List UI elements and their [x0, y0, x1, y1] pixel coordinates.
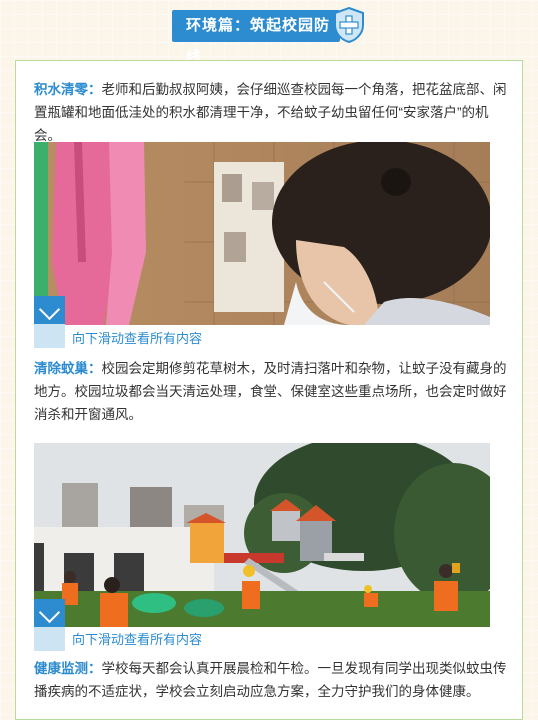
- scroll-hint-text[interactable]: 向下滑动查看所有内容: [72, 632, 202, 648]
- photo-staff-inspection: [34, 142, 490, 325]
- content-card: 积水清零：老师和后勤叔叔阿姨，会仔细巡查校园每一个角落，把花盆底部、闲置瓶罐和地…: [15, 60, 523, 720]
- paragraph-health-monitoring: 健康监测：学校每天都会认真开展晨检和午检。一旦发现有同学出现类似蚊虫传播疾病的不…: [34, 657, 508, 703]
- paragraph-text: 老师和后勤叔叔阿姨，会仔细巡查校园每一个角落，把花盆底部、闲置瓶罐和地面低洼处的…: [34, 82, 507, 143]
- scroll-down-button[interactable]: [34, 599, 65, 651]
- keyword-label: 清除蚊巢：: [34, 361, 102, 376]
- scroll-down-button[interactable]: [34, 296, 65, 348]
- medical-cross-shield-icon: [334, 6, 364, 44]
- keyword-label: 积水清零：: [34, 82, 102, 97]
- paragraph-text: 校园会定期修剪花草树木，及时清扫落叶和杂物，让蚊子没有藏身的地方。校园垃圾都会当…: [34, 361, 507, 422]
- photo-playground-cleanup: [34, 443, 490, 627]
- paragraph-water-clearing: 积水清零：老师和后勤叔叔阿姨，会仔细巡查校园每一个角落，把花盆底部、闲置瓶罐和地…: [34, 78, 508, 147]
- chevron-down-icon: [38, 601, 61, 624]
- keyword-label: 健康监测：: [34, 661, 102, 676]
- scroll-hint-text[interactable]: 向下滑动查看所有内容: [72, 331, 202, 347]
- section-title: 环境篇：筑起校园防线: [172, 10, 340, 66]
- chevron-down-icon: [38, 298, 61, 321]
- paragraph-remove-nests: 清除蚊巢：校园会定期修剪花草树木，及时清扫落叶和杂物，让蚊子没有藏身的地方。校园…: [34, 357, 508, 426]
- paragraph-text: 学校每天都会认真开展晨检和午检。一旦发现有同学出现类似蚊虫传播疾病的不适症状，学…: [34, 661, 507, 699]
